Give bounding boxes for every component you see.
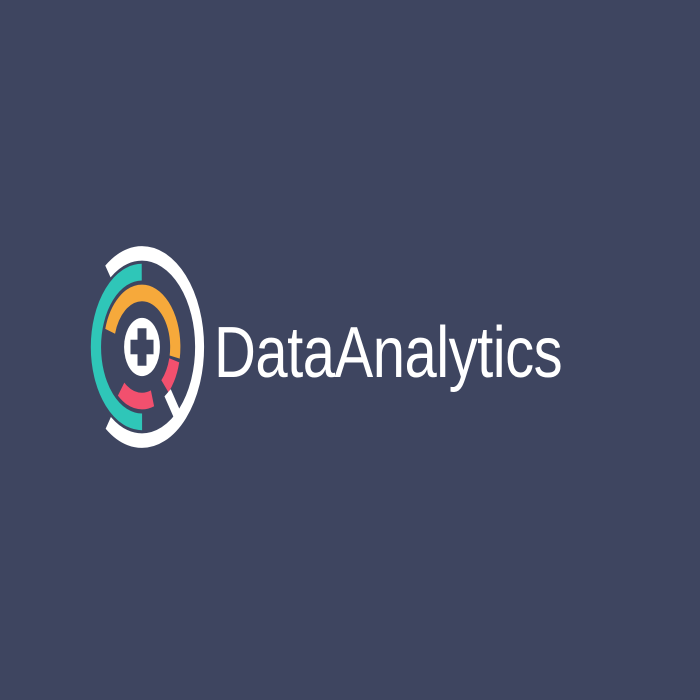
logo-handle (164, 389, 184, 426)
plus-icon-h (130, 339, 154, 355)
brand-name: DataAnalytics (214, 311, 563, 393)
logo-magnifier-icon (79, 246, 205, 448)
